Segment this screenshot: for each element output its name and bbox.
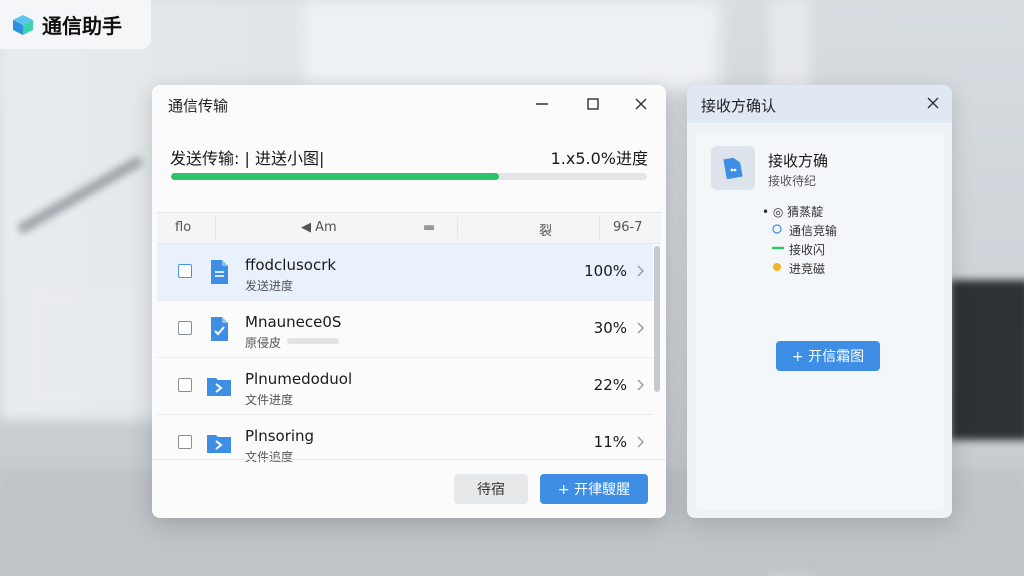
confirm-receive-button[interactable]: + 开信霜图 — [776, 341, 880, 371]
table-row[interactable]: Plnsoring 文件追度 11% — [157, 415, 653, 471]
file-percent: 11% — [593, 433, 627, 451]
start-transfer-button[interactable]: + 开律騪腥 — [540, 474, 648, 504]
column-header[interactable]: 裂 — [539, 220, 552, 239]
panel-title: 接收方确认 — [701, 97, 777, 115]
close-icon — [635, 98, 647, 110]
file-mini-progress — [287, 338, 339, 344]
row-checkbox[interactable] — [178, 435, 192, 449]
column-header[interactable]: flo — [175, 220, 191, 235]
dialog-title: 通信传输 — [168, 97, 229, 115]
card-subtitle: 接收待纪 — [768, 174, 817, 188]
file-percent: 30% — [593, 319, 627, 337]
close-icon[interactable] — [926, 96, 940, 110]
progress-label: 发送传输: | 进送小图| — [170, 149, 325, 168]
app-name: 通信助手 — [42, 14, 122, 38]
file-status: 文件追度 — [245, 450, 294, 464]
folder-arrow-icon — [207, 378, 231, 396]
file-status: 文件进度 — [245, 393, 294, 407]
transfer-table: flo ◀ Am ▬ 裂 96-7 ffodclusocrk 发送进度 100% — [157, 212, 661, 464]
legend-item: • ◎ 猜蒸靛 — [762, 202, 912, 220]
file-name: Plnumedoduol — [245, 370, 353, 388]
receiver-doc-icon — [723, 157, 743, 180]
file-status: 发送进度 — [245, 279, 294, 293]
file-name: ffodclusocrk — [245, 256, 337, 274]
column-header[interactable]: 96-7 — [613, 220, 643, 235]
yellow-dot-icon — [773, 263, 781, 271]
table-row[interactable]: Mnaunece0S 原侵皮 30% — [157, 301, 653, 358]
table-header: flo ◀ Am ▬ 裂 96-7 — [157, 213, 661, 244]
overall-progress-bar — [171, 173, 647, 180]
document-icon — [211, 260, 228, 284]
legend-item: 接收闪 — [772, 240, 912, 258]
document-check-icon — [211, 317, 228, 341]
table-row[interactable]: Plnumedoduol 文件进度 22% — [157, 358, 653, 415]
legend-item: 通信竞输 — [772, 221, 912, 239]
circle-outline-icon — [772, 224, 782, 234]
scrollbar-thumb[interactable] — [654, 246, 660, 392]
column-header[interactable]: ▬ — [423, 220, 435, 235]
minimize-icon — [536, 103, 548, 105]
file-percent: 22% — [593, 376, 627, 394]
file-percent: 100% — [584, 262, 627, 280]
minimize-button[interactable] — [530, 93, 554, 115]
legend-item: 进竞磁 — [772, 259, 912, 277]
receiver-avatar — [711, 146, 755, 190]
legend-text: 通信竞输 — [789, 224, 838, 238]
cube-logo-icon — [13, 14, 33, 35]
progress-percent: 1.x5.0%进度 — [550, 149, 648, 168]
row-checkbox[interactable] — [178, 378, 192, 392]
chevron-right-icon[interactable] — [635, 378, 645, 392]
scrollbar[interactable] — [654, 240, 660, 456]
file-status: 原侵皮 — [245, 336, 282, 350]
file-name: Plnsoring — [245, 427, 315, 445]
file-name: Mnaunece0S — [245, 313, 342, 331]
maximize-icon — [587, 98, 599, 110]
wait-button[interactable]: 待宿 — [454, 474, 528, 504]
legend-text: 接收闪 — [789, 243, 826, 257]
receiver-confirm-panel: 接收方确认 接收方确 接收待纪 • ◎ 猜蒸靛 通信竞输 接收闪 进竞磁 + 开… — [687, 85, 952, 518]
close-button[interactable] — [629, 93, 653, 115]
transfer-dialog: 通信传输 发送传输: | 进送小图| 1.x5.0%进度 flo ◀ Am ▬ … — [152, 85, 666, 518]
legend-text: • ◎ 猜蒸靛 — [762, 205, 824, 219]
legend-text: 进竞磁 — [789, 262, 826, 276]
green-line-icon — [772, 246, 784, 250]
chevron-right-icon[interactable] — [635, 264, 645, 278]
maximize-button[interactable] — [581, 93, 605, 115]
chevron-right-icon[interactable] — [635, 435, 645, 449]
row-checkbox[interactable] — [178, 321, 192, 335]
card-title: 接收方确 — [768, 152, 829, 170]
app-badge: 通信助手 — [0, 0, 151, 49]
folder-arrow-icon — [207, 435, 231, 453]
row-checkbox[interactable] — [178, 264, 192, 278]
receiver-card: 接收方确 接收待纪 • ◎ 猜蒸靛 通信竞输 接收闪 进竞磁 + 开信霜图 — [696, 132, 944, 510]
overall-progress-fill — [171, 173, 500, 180]
chevron-right-icon[interactable] — [635, 321, 645, 335]
column-header[interactable]: ◀ Am — [301, 220, 337, 235]
table-row[interactable]: ffodclusocrk 发送进度 100% — [157, 244, 653, 301]
